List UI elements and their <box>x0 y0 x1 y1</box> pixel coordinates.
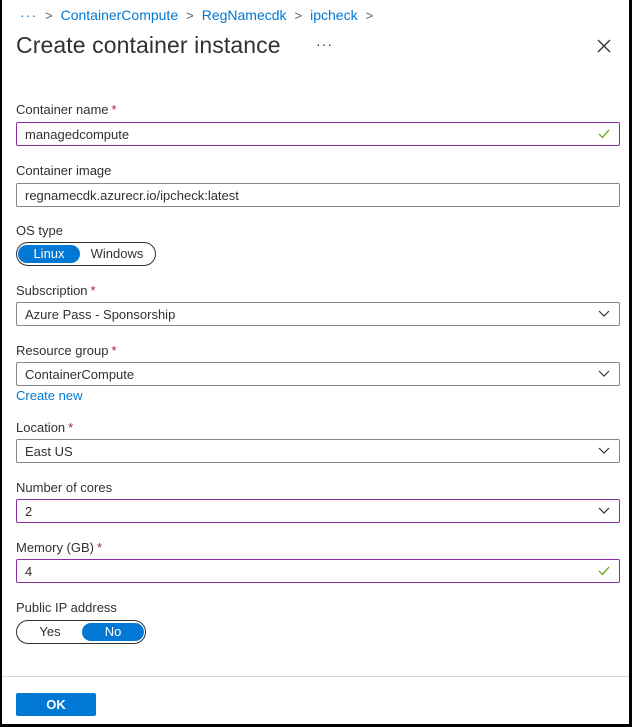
os-type-toggle: Linux Windows <box>16 242 156 266</box>
close-icon[interactable] <box>595 37 613 55</box>
cores-dropdown[interactable]: 2 <box>16 499 620 523</box>
memory-label: Memory (GB) * <box>16 540 102 555</box>
required-marker: * <box>111 343 117 358</box>
subscription-dropdown[interactable]: Azure Pass - Sponsorship <box>16 302 620 326</box>
input-value: regnamecdk.azurecr.io/ipcheck:latest <box>25 187 239 203</box>
subscription-label: Subscription * <box>16 283 96 298</box>
container-name-label: Container name * <box>16 102 117 117</box>
chevron-down-icon <box>597 504 611 518</box>
public-ip-yes[interactable]: Yes <box>18 623 82 641</box>
create-container-panel: ··· > ContainerCompute > RegNamecdk > ip… <box>2 0 629 724</box>
footer-divider <box>2 676 629 677</box>
required-marker: * <box>68 420 74 435</box>
chevron-right-icon: > <box>45 7 53 23</box>
checkmark-icon <box>597 564 611 578</box>
checkmark-icon <box>597 127 611 141</box>
label-text: Resource group <box>16 343 109 358</box>
container-image-label: Container image <box>16 163 112 178</box>
label-text: Location <box>16 420 66 435</box>
breadcrumb: ··· > ContainerCompute > RegNamecdk > ip… <box>20 6 381 24</box>
label-text: Memory (GB) <box>16 540 94 555</box>
public-ip-toggle: Yes No <box>16 620 146 644</box>
ok-button[interactable]: OK <box>16 693 96 716</box>
location-label: Location * <box>16 420 73 435</box>
label-text: Container name <box>16 102 109 117</box>
location-dropdown[interactable]: East US <box>16 439 620 463</box>
os-type-label: OS type <box>16 223 63 238</box>
dropdown-value: Azure Pass - Sponsorship <box>25 306 176 322</box>
resource-group-label: Resource group * <box>16 343 117 358</box>
input-value: 4 <box>25 563 33 579</box>
memory-input[interactable]: 4 <box>16 559 620 583</box>
container-image-input[interactable]: regnamecdk.azurecr.io/ipcheck:latest <box>16 183 620 207</box>
label-text: Subscription <box>16 283 88 298</box>
os-type-windows[interactable]: Windows <box>80 245 154 263</box>
chevron-right-icon: > <box>294 7 303 23</box>
chevron-right-icon: > <box>365 7 374 23</box>
required-marker: * <box>97 540 103 555</box>
required-marker: * <box>111 102 117 117</box>
resource-group-dropdown[interactable]: ContainerCompute <box>16 362 620 386</box>
cores-label: Number of cores <box>16 480 113 495</box>
dropdown-value: ContainerCompute <box>25 366 135 382</box>
breadcrumb-item-containercompute[interactable]: ContainerCompute <box>61 7 179 23</box>
breadcrumb-item-regnamecdk[interactable]: RegNamecdk <box>202 7 287 23</box>
container-name-input[interactable]: managedcompute <box>16 122 620 146</box>
required-marker: * <box>90 283 96 298</box>
chevron-down-icon <box>597 307 611 321</box>
chevron-right-icon: > <box>186 7 194 23</box>
chevron-down-icon <box>597 444 611 458</box>
more-options-icon[interactable]: ··· <box>316 36 333 52</box>
create-new-resource-group-link[interactable]: Create new <box>16 388 82 403</box>
breadcrumb-overflow[interactable]: ··· <box>20 7 37 23</box>
os-type-linux[interactable]: Linux <box>18 245 80 263</box>
breadcrumb-item-ipcheck[interactable]: ipcheck <box>310 7 357 23</box>
public-ip-label: Public IP address <box>16 600 117 615</box>
input-value: managedcompute <box>25 126 130 142</box>
chevron-down-icon <box>597 367 611 381</box>
page-title: Create container instance <box>16 32 281 58</box>
public-ip-no[interactable]: No <box>82 623 144 641</box>
dropdown-value: East US <box>25 443 73 459</box>
dropdown-value: 2 <box>25 503 33 519</box>
